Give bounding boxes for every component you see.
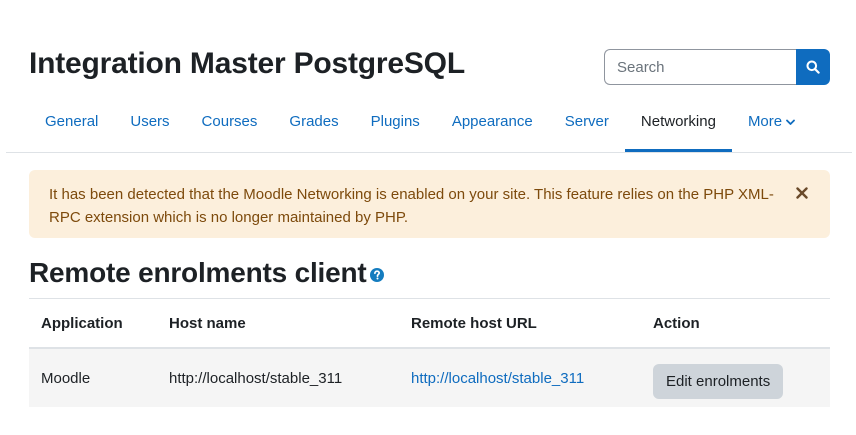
close-icon — [796, 187, 808, 199]
tab-courses[interactable]: Courses — [186, 104, 274, 152]
tab-more[interactable]: More — [732, 104, 811, 152]
tab-more-label: More — [747, 113, 783, 130]
remote-host-url-link[interactable]: http://localhost/stable_311 — [411, 370, 584, 387]
tab-appearance[interactable]: Appearance — [436, 104, 549, 152]
table-header-row: Application Host name Remote host URL Ac… — [29, 298, 830, 349]
page-title-text: Remote enrolments client — [29, 257, 367, 288]
edit-enrolments-button[interactable]: Edit enrolments — [653, 364, 784, 399]
cell-host-name: http://localhost/stable_311 — [157, 348, 399, 407]
search-icon — [806, 60, 820, 74]
cell-remote-host-url: http://localhost/stable_311 — [399, 348, 641, 407]
page-title: Remote enrolments client — [29, 254, 384, 292]
tab-networking[interactable]: Networking — [624, 104, 732, 152]
search-input[interactable] — [604, 49, 796, 85]
chevron-down-icon — [786, 119, 796, 125]
column-header-action: Action — [641, 298, 830, 349]
primary-navigation: General Users Courses Grades Plugins App… — [29, 104, 811, 152]
table-row: Moodle http://localhost/stable_311 http:… — [29, 348, 830, 407]
column-header-host-name: Host name — [157, 298, 399, 349]
search-form — [604, 49, 830, 85]
tab-general[interactable]: General — [29, 104, 114, 152]
column-header-application: Application — [29, 298, 157, 349]
tab-grades[interactable]: Grades — [273, 104, 354, 152]
nav-divider — [6, 152, 852, 153]
help-button[interactable] — [369, 268, 384, 282]
networking-warning-alert: It has been detected that the Moodle Net… — [29, 170, 830, 238]
alert-message: It has been detected that the Moodle Net… — [49, 186, 774, 226]
tab-plugins[interactable]: Plugins — [355, 104, 436, 152]
tab-users[interactable]: Users — [114, 104, 185, 152]
question-circle-icon — [369, 268, 384, 282]
cell-application: Moodle — [29, 348, 157, 407]
remote-enrolments-table: Application Host name Remote host URL Ac… — [29, 298, 830, 407]
search-button[interactable] — [796, 49, 830, 85]
site-title: Integration Master PostgreSQL — [29, 47, 465, 80]
cell-action: Edit enrolments — [641, 348, 830, 407]
tab-server[interactable]: Server — [549, 104, 625, 152]
alert-close-button[interactable] — [794, 185, 810, 201]
column-header-remote-host-url: Remote host URL — [399, 298, 641, 349]
